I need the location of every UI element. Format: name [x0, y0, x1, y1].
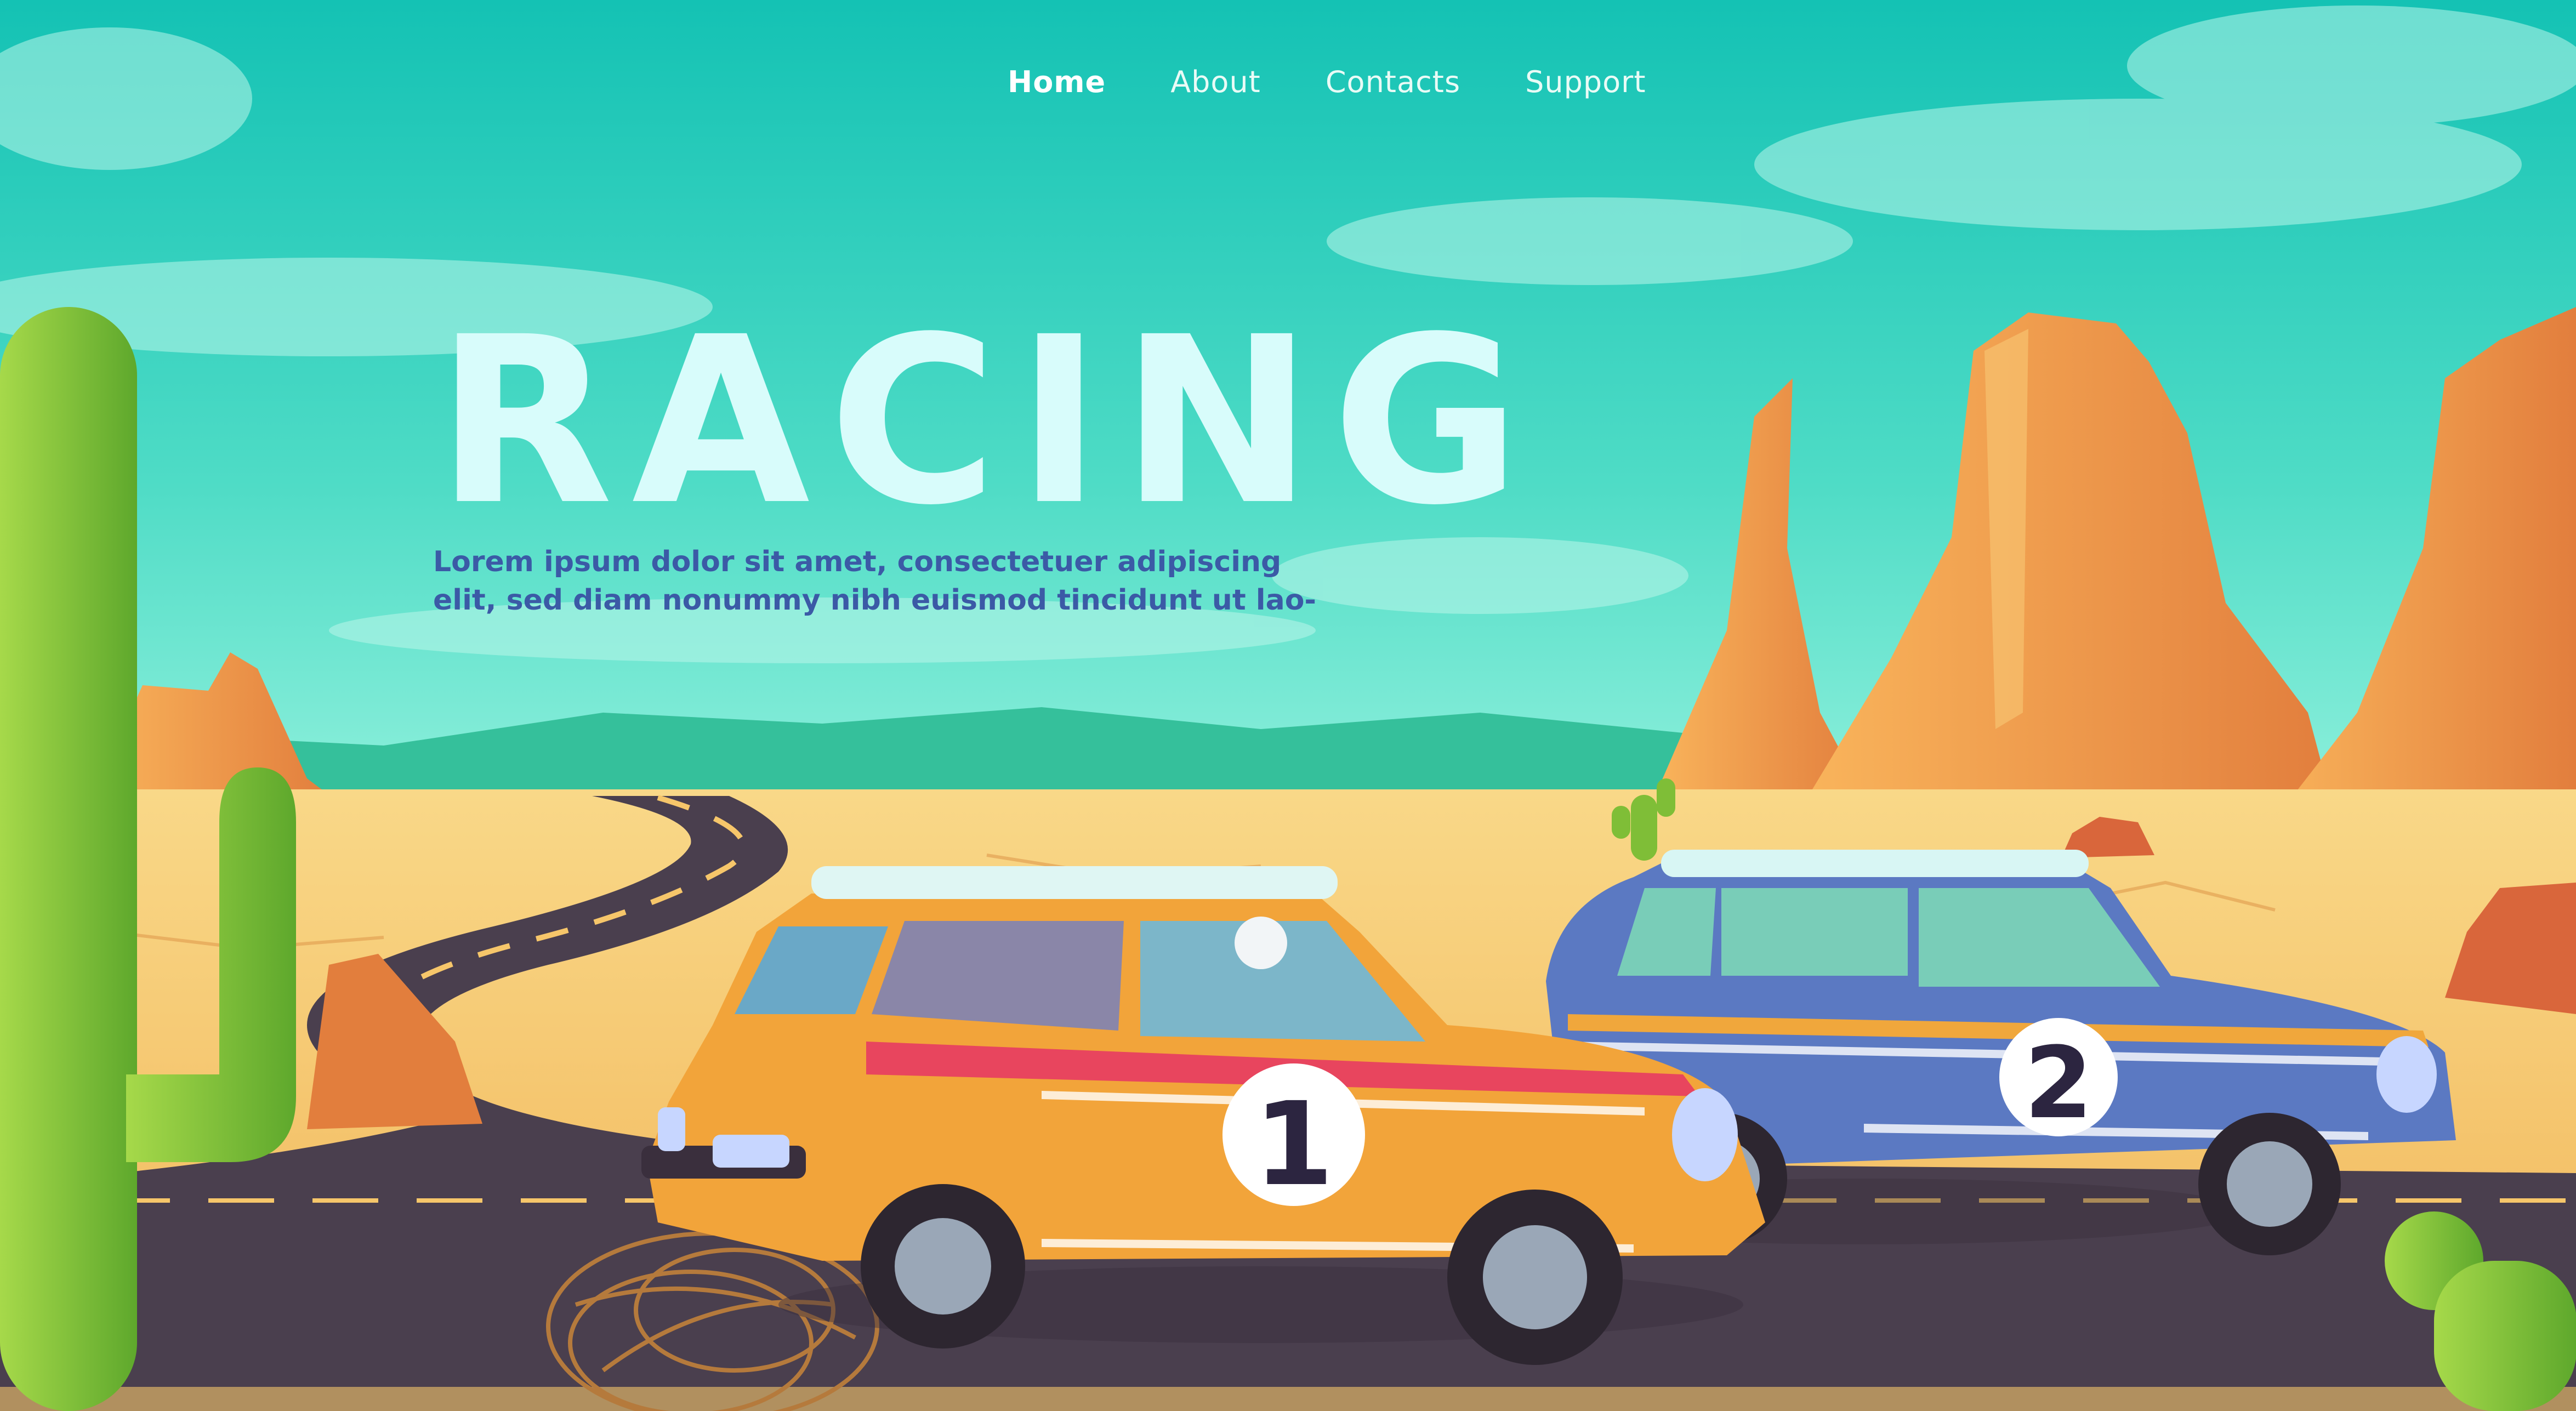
nav-item-support[interactable]: Support	[1525, 65, 1646, 99]
hero-description-line-1: Lorem ipsum dolor sit amet, consectetuer…	[433, 545, 1282, 578]
top-navigation: Home About Contacts Support	[1008, 65, 1646, 99]
desert-race-illustration: 1 2	[0, 0, 2576, 1411]
hero-title: RACING	[436, 288, 1540, 556]
nav-item-about[interactable]: About	[1170, 65, 1261, 99]
nav-item-home[interactable]: Home	[1008, 65, 1106, 99]
car-2-number: 2	[2024, 1026, 2092, 1141]
car-1-number: 1	[1254, 1077, 1334, 1211]
hero-description: Lorem ipsum dolor sit amet, consectetuer…	[433, 543, 1317, 619]
hero-description-line-2: elit, sed diam nonummy nibh euismod tinc…	[433, 584, 1317, 617]
nav-item-contacts[interactable]: Contacts	[1326, 65, 1460, 99]
road-bottom-edge	[0, 1387, 2576, 1411]
